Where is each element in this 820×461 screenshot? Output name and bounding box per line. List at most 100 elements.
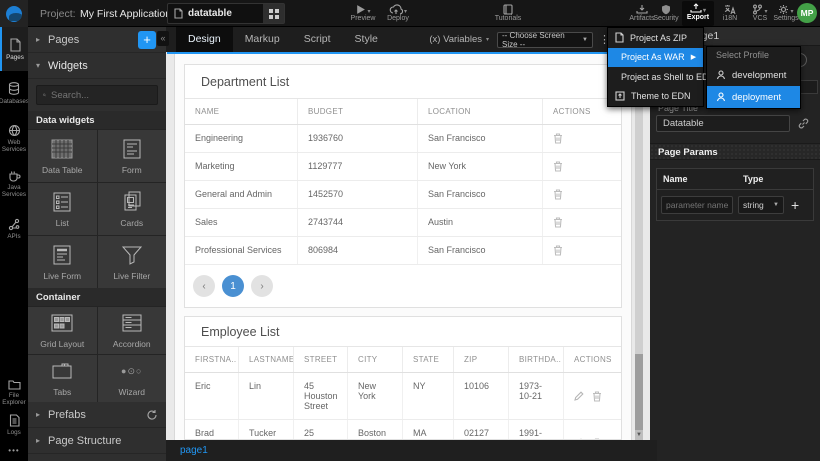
widgets-section-header[interactable]: ▾ Widgets xyxy=(28,53,166,79)
screen-size-select[interactable]: -- Choose Screen Size -- ▼ xyxy=(497,32,593,48)
tile-label: Live Filter xyxy=(113,271,150,281)
table-row[interactable]: Professional Services806984San Francisco xyxy=(185,237,621,265)
col-name[interactable]: NAME xyxy=(185,99,297,124)
tab-markup[interactable]: Markup xyxy=(233,27,292,52)
rail-pages-label: Pages xyxy=(6,54,24,61)
tutorials-button[interactable]: Tutorials xyxy=(488,2,528,22)
deploy-button[interactable]: ▾ Deploy xyxy=(380,2,416,22)
select-profile-submenu: Select Profile development deployment xyxy=(706,46,801,109)
widget-tile-cards[interactable]: Cards xyxy=(98,183,167,235)
param-name-input[interactable] xyxy=(661,196,733,214)
rail-item-databases[interactable]: Databases xyxy=(0,71,28,115)
department-list-widget[interactable]: Department List NAME BUDGET LOCATION ACT… xyxy=(184,64,622,308)
delete-row-icon[interactable] xyxy=(553,133,563,144)
table-row[interactable]: EricLin 45 Houston StreetNew York NY1010… xyxy=(185,373,621,420)
widget-tile-accordion[interactable]: Accordion xyxy=(98,307,167,354)
scrollbar-down-arrow-icon[interactable]: ▼ xyxy=(635,430,643,440)
widget-tile-form[interactable]: Form xyxy=(98,130,167,182)
deploy-label: Deploy xyxy=(387,15,409,22)
vcs-caret-icon[interactable]: ▾ xyxy=(764,8,767,15)
table-row[interactable]: General and Admin1452570San Francisco xyxy=(185,181,621,209)
scrollbar-thumb[interactable] xyxy=(635,354,643,430)
rail-more-button[interactable]: ••• xyxy=(0,440,28,457)
widget-tile-live-filter[interactable]: Live Filter xyxy=(98,236,167,288)
rail-item-java-services[interactable]: Java Services xyxy=(0,161,28,207)
param-type-select[interactable]: string ▼ xyxy=(738,196,784,214)
add-param-button[interactable]: + xyxy=(791,197,799,213)
top-bar: Project: My First Application › datatabl… xyxy=(0,0,820,27)
pages-section-header[interactable]: ▸ Pages + xyxy=(28,27,166,53)
panel-collapse-button[interactable]: « xyxy=(157,31,169,46)
bind-link-icon[interactable] xyxy=(797,117,810,130)
employee-list-widget[interactable]: Employee List FIRSTNA.. LASTNAME STREET … xyxy=(184,316,622,440)
widget-tile-grid-layout[interactable]: Grid Layout xyxy=(28,307,97,354)
page-title-input[interactable] xyxy=(656,115,790,132)
rail-item-logs[interactable]: Logs xyxy=(0,410,28,440)
tab-design[interactable]: Design xyxy=(176,27,233,52)
app-logo[interactable] xyxy=(0,0,28,27)
widget-tile-data-table[interactable]: Data Table xyxy=(28,130,97,182)
table-row[interactable]: Engineering1936760San Francisco xyxy=(185,125,621,153)
canvas-scrollbar[interactable]: ▼ xyxy=(635,54,643,440)
rail-item-apis[interactable]: APIs xyxy=(0,207,28,251)
canvas-toolbar: Design Markup Script Style (x) Variables… xyxy=(166,27,650,52)
tab-style[interactable]: Style xyxy=(343,27,390,52)
open-page-tab[interactable]: page1 xyxy=(166,445,208,456)
prefabs-section-header[interactable]: ▸ Prefabs xyxy=(28,402,166,428)
col-location[interactable]: LOCATION xyxy=(417,99,542,124)
widget-tile-wizard[interactable]: ●⊙○ Wizard xyxy=(98,355,167,402)
add-page-button[interactable]: + xyxy=(138,31,156,49)
table-row[interactable]: Marketing1129777New York xyxy=(185,153,621,181)
deploy-caret-icon[interactable]: ▾ xyxy=(404,8,407,15)
delete-row-icon[interactable] xyxy=(553,161,563,172)
menu-item-project-as-war[interactable]: Project As WAR ▶ xyxy=(608,48,703,68)
pagination-next-button[interactable]: › xyxy=(251,275,273,297)
page-structure-section-header[interactable]: ▸ Page Structure xyxy=(28,428,166,454)
menu-item-project-as-shell[interactable]: Project as Shell to EDN xyxy=(608,67,703,87)
menu-item-project-as-zip[interactable]: Project As ZIP xyxy=(608,28,703,48)
widget-tile-list[interactable]: List xyxy=(28,183,97,235)
security-button[interactable]: Security xyxy=(650,2,682,22)
user-avatar[interactable]: MP xyxy=(797,3,817,23)
rail-item-web-services[interactable]: Web Services xyxy=(0,115,28,161)
delete-row-icon[interactable] xyxy=(553,189,563,200)
variables-section-header[interactable]: ▸ Variables xyxy=(28,454,166,461)
widgets-section-label: Widgets xyxy=(48,60,88,72)
left-rail: Pages Databases Web Services Java Servic… xyxy=(0,27,28,461)
table-row[interactable]: BradTucker 25 Liberty PlBoston MA02127 1… xyxy=(185,420,621,440)
rail-item-file-explorer[interactable]: File Explorer xyxy=(0,375,28,410)
preview-button[interactable]: ▾ Preview xyxy=(346,2,380,22)
widget-search-input[interactable] xyxy=(51,90,151,101)
cloud-upload-icon xyxy=(389,4,403,15)
delete-row-icon[interactable] xyxy=(592,391,602,402)
settings-caret-icon[interactable]: ▾ xyxy=(790,8,793,15)
pagination-current-page[interactable]: 1 xyxy=(222,275,244,297)
variables-caret-icon: ▾ xyxy=(486,36,489,43)
menu-item-development[interactable]: development xyxy=(707,64,800,86)
delete-row-icon[interactable] xyxy=(553,217,563,228)
variables-dropdown[interactable]: (x) Variables ▾ xyxy=(429,34,489,45)
delete-row-icon[interactable] xyxy=(553,245,563,256)
edit-row-icon[interactable] xyxy=(574,391,584,401)
refresh-icon[interactable] xyxy=(146,409,158,421)
pagination-prev-button[interactable]: ‹ xyxy=(193,275,215,297)
rail-item-pages[interactable]: Pages xyxy=(0,27,28,71)
tile-label: Tabs xyxy=(53,387,71,397)
page-selector[interactable]: datatable xyxy=(167,3,285,24)
export-button[interactable]: ▾ Export xyxy=(682,1,714,26)
widget-tile-live-form[interactable]: Live Form xyxy=(28,236,97,288)
tab-script[interactable]: Script xyxy=(292,27,343,52)
i18n-button[interactable]: i18N xyxy=(716,2,744,22)
design-canvas[interactable]: Department List NAME BUDGET LOCATION ACT… xyxy=(166,52,650,440)
project-name[interactable]: My First Application xyxy=(80,8,171,20)
menu-item-theme-to-edn[interactable]: Theme to EDN xyxy=(608,87,703,107)
table-row[interactable]: Sales2743744Austin xyxy=(185,209,621,237)
page-grid-icon[interactable] xyxy=(263,4,284,23)
accordion-icon xyxy=(122,314,142,332)
panel-control-box[interactable] xyxy=(800,80,818,94)
col-budget[interactable]: BUDGET xyxy=(297,99,417,124)
menu-item-deployment[interactable]: deployment xyxy=(707,86,800,108)
preview-caret-icon[interactable]: ▾ xyxy=(367,8,370,15)
widget-tile-tabs[interactable]: Tabs xyxy=(28,355,97,402)
widget-search[interactable] xyxy=(36,85,158,105)
